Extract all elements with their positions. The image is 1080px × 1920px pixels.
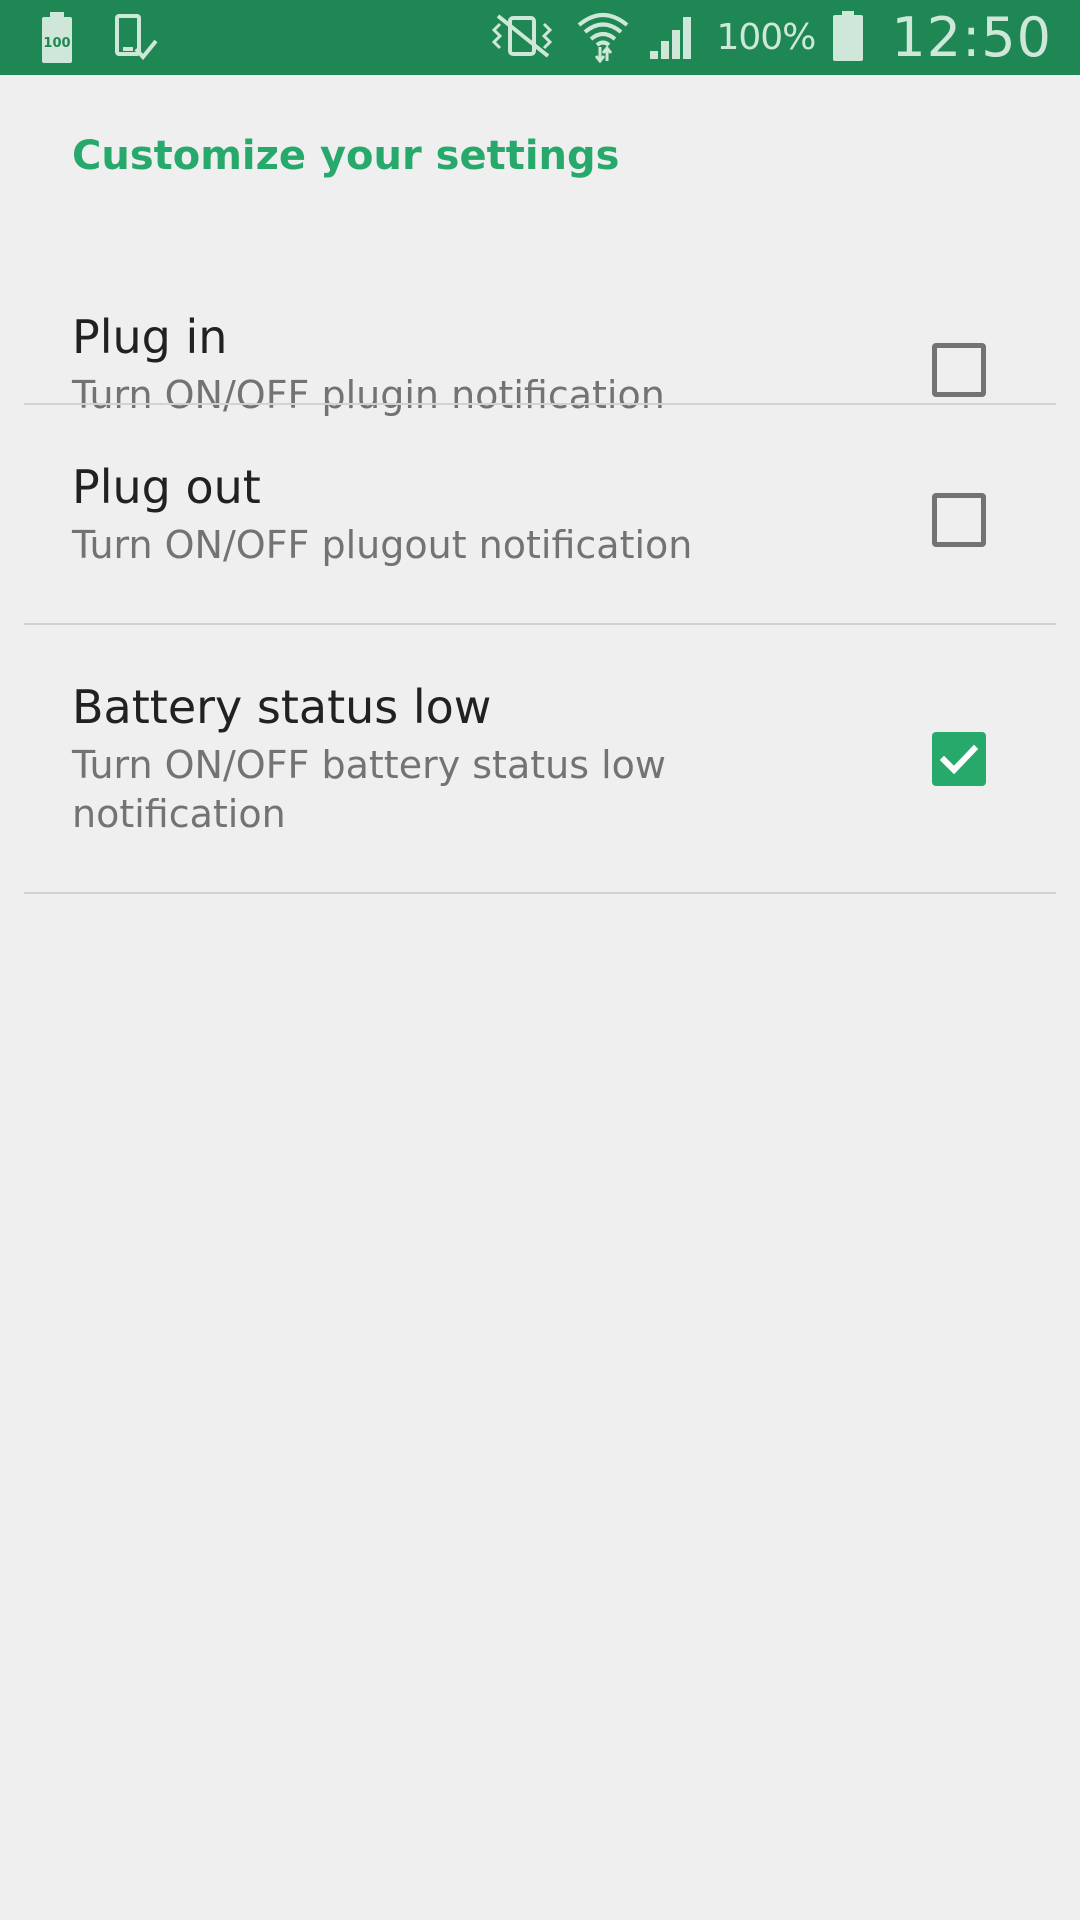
battery-notification-level: 100 bbox=[43, 36, 70, 51]
section-header: Customize your settings bbox=[72, 133, 620, 179]
pref-plug-out[interactable]: Plug out Turn ON/OFF plugout notificatio… bbox=[0, 405, 1080, 625]
wifi-icon bbox=[576, 9, 630, 67]
pref-title: Plug in bbox=[72, 310, 228, 364]
pref-summary: Turn ON/OFF battery status low notificat… bbox=[72, 743, 666, 836]
pref-battery-status-low[interactable]: Battery status low Turn ON/OFF battery s… bbox=[0, 625, 1080, 895]
battery-percent: 100% bbox=[716, 17, 816, 58]
signal-icon bbox=[648, 11, 698, 65]
pref-title: Battery status low bbox=[72, 680, 492, 734]
status-bar-system: 100% 12:50 bbox=[486, 0, 1052, 75]
battery-notification-icon: 100 bbox=[40, 12, 74, 68]
plug-out-checkbox[interactable] bbox=[932, 493, 986, 547]
pref-title: Plug out bbox=[72, 460, 261, 514]
plug-in-checkbox[interactable] bbox=[932, 343, 986, 397]
clock: 12:50 bbox=[891, 6, 1052, 69]
device-check-icon bbox=[114, 13, 158, 67]
pref-summary: Turn ON/OFF plugout notification bbox=[72, 523, 693, 567]
status-bar-notifications: 100 bbox=[40, 12, 158, 68]
divider bbox=[24, 892, 1056, 894]
status-bar: 100 100% 12:50 bbox=[0, 0, 1080, 75]
checkmark-icon bbox=[939, 744, 979, 775]
battery-icon bbox=[833, 10, 864, 65]
vibrate-icon bbox=[486, 12, 558, 64]
battery-status-low-checkbox[interactable] bbox=[932, 732, 986, 786]
